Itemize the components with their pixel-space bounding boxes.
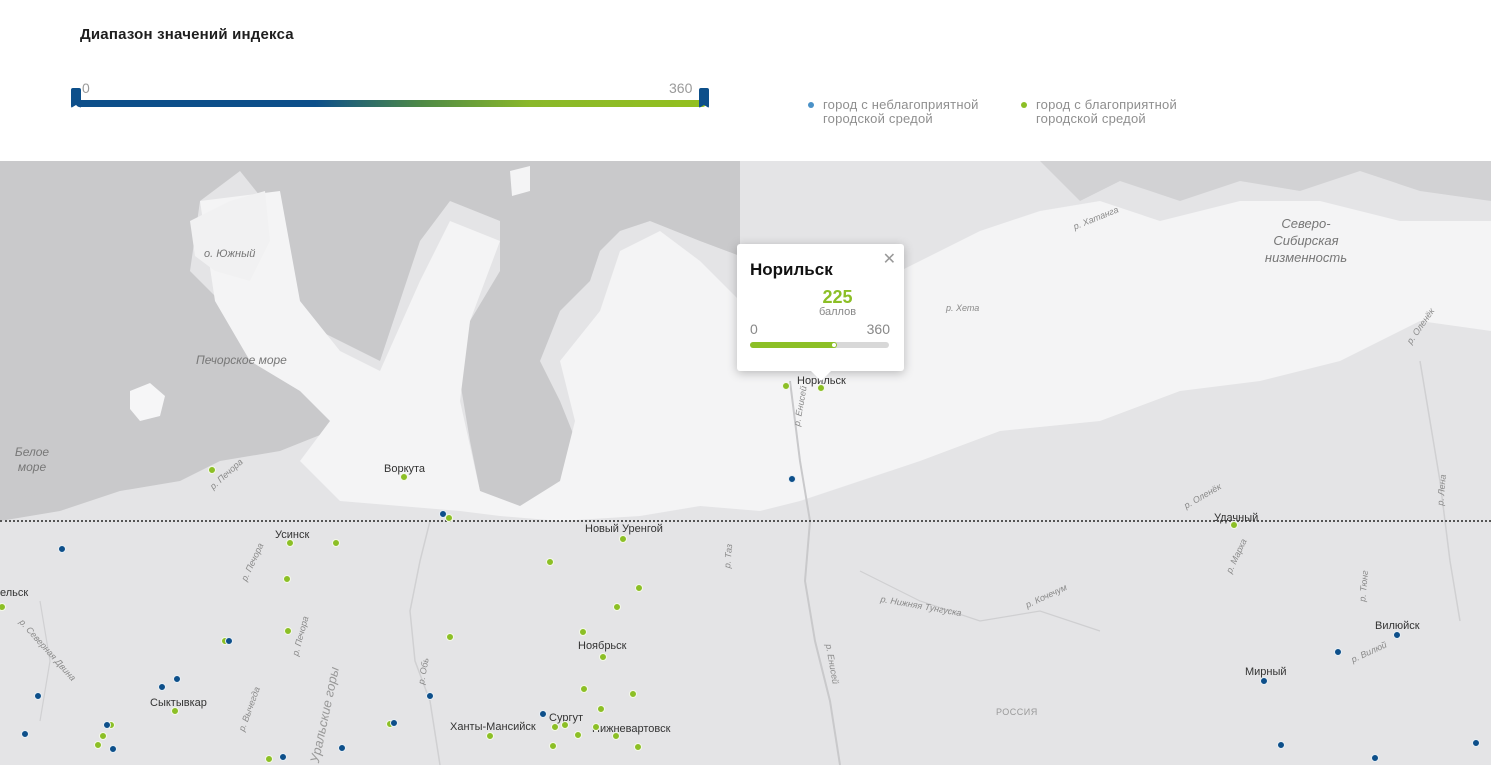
city-marker[interactable]	[561, 721, 569, 729]
river-label-1: р. Хета	[946, 303, 980, 313]
city-marker[interactable]	[158, 683, 166, 691]
sea-label-pechora: Печорское море	[196, 353, 287, 367]
city-marker[interactable]	[613, 603, 621, 611]
city-marker[interactable]	[446, 633, 454, 641]
arctic-circle-line	[0, 520, 1491, 522]
city-marker[interactable]	[338, 744, 346, 752]
dvina-river-line	[39, 600, 51, 722]
popup-scale-max: 360	[866, 321, 890, 337]
range-min-handle[interactable]	[71, 88, 81, 108]
popup-score-fill	[750, 342, 837, 348]
legend-label-bad: город с неблагоприятной городской средой	[823, 97, 979, 126]
city-label-novy-urengoy: Новый Уренгой	[585, 523, 663, 535]
legend-item-bad: город с неблагоприятной городской средой	[808, 98, 998, 126]
legend-dot-good-icon	[1021, 102, 1027, 108]
city-marker[interactable]	[635, 584, 643, 592]
city-marker[interactable]	[580, 685, 588, 693]
city-marker-vorkuta[interactable]	[400, 473, 408, 481]
city-marker[interactable]	[1334, 648, 1342, 656]
city-marker[interactable]	[109, 745, 117, 753]
city-marker-syktyvkar[interactable]	[171, 707, 179, 715]
city-marker[interactable]	[99, 732, 107, 740]
region-label-siberian-lowland: Северо-Сибирская низменность	[1264, 216, 1348, 265]
city-marker[interactable]	[173, 675, 181, 683]
city-marker[interactable]	[390, 719, 398, 727]
city-marker[interactable]	[579, 628, 587, 636]
city-marker[interactable]	[549, 742, 557, 750]
island-belyy-shape	[510, 166, 530, 196]
city-label-khanty-mansiysk: Ханты-Мансийск	[450, 721, 536, 733]
city-marker[interactable]	[551, 723, 559, 731]
city-marker[interactable]	[612, 732, 620, 740]
city-marker[interactable]	[574, 731, 582, 739]
legend-label-good: город с благоприятной городской средой	[1036, 97, 1177, 126]
city-label-mirny: Мирный	[1245, 666, 1287, 678]
city-marker-udachny[interactable]	[1230, 521, 1238, 529]
city-marker[interactable]	[225, 637, 233, 645]
island-label-yuzhny: о. Южный	[204, 248, 256, 260]
page: Диапазон значений индекса 0 360 город с …	[0, 0, 1491, 765]
city-marker[interactable]	[208, 466, 216, 474]
legend-item-good: город с благоприятной городской средой	[1021, 98, 1211, 126]
range-min-label: 0	[82, 80, 90, 96]
city-marker[interactable]	[265, 755, 273, 763]
city-marker-vilyuysk[interactable]	[1393, 631, 1401, 639]
city-marker[interactable]	[788, 475, 796, 483]
city-marker-mirny[interactable]	[1260, 677, 1268, 685]
city-marker-nizhnevartovsk[interactable]	[592, 723, 600, 731]
laptev-sea-shape	[1040, 161, 1491, 201]
popup-score-knob	[832, 343, 836, 347]
popup-scale-min: 0	[750, 321, 758, 337]
city-marker-novy-urengoy[interactable]	[619, 535, 627, 543]
city-label-kotlas: ельск	[0, 587, 29, 599]
ob-river-line	[409, 520, 441, 765]
river-label-6: р. Таз	[722, 543, 735, 569]
city-marker[interactable]	[284, 627, 292, 635]
legend-dot-bad-icon	[808, 102, 814, 108]
popup-score-unit: баллов	[818, 306, 857, 318]
city-marker-usinsk[interactable]	[286, 539, 294, 547]
range-title: Диапазон значений индекса	[80, 26, 294, 43]
city-marker[interactable]	[283, 575, 291, 583]
city-marker[interactable]	[21, 730, 29, 738]
city-label-syktyvkar: Сыктывкар	[150, 697, 207, 709]
range-max-label: 360	[669, 80, 693, 96]
city-marker-surgut[interactable]	[539, 710, 547, 718]
city-marker[interactable]	[279, 753, 287, 761]
popup-score-value: 225	[822, 287, 853, 307]
range-slider-track[interactable]	[76, 100, 706, 107]
city-marker[interactable]	[103, 721, 111, 729]
city-marker-khanty-mansiysk[interactable]	[486, 732, 494, 740]
city-marker[interactable]	[782, 382, 790, 390]
range-max-handle[interactable]	[699, 88, 709, 108]
city-marker[interactable]	[1472, 739, 1480, 747]
city-marker[interactable]	[94, 741, 102, 749]
city-marker-norilsk[interactable]	[817, 384, 825, 392]
city-marker[interactable]	[634, 743, 642, 751]
city-marker[interactable]	[1371, 754, 1379, 762]
city-marker[interactable]	[426, 692, 434, 700]
city-label-noyabrsk: Ноябрьск	[578, 640, 627, 652]
popup-score-bar	[750, 342, 889, 348]
city-marker-noyabrsk[interactable]	[599, 653, 607, 661]
city-popup: Норильск ✕ 225 баллов 0 360	[737, 244, 904, 381]
city-marker[interactable]	[332, 539, 340, 547]
city-marker[interactable]	[58, 545, 66, 553]
popup-city-name: Норильск	[750, 260, 833, 279]
city-marker[interactable]	[34, 692, 42, 700]
close-icon[interactable]: ✕	[883, 249, 896, 269]
city-marker[interactable]	[445, 514, 453, 522]
sea-label-white: Белое море	[14, 445, 50, 474]
city-marker[interactable]	[597, 705, 605, 713]
filter-panel: Диапазон значений индекса 0 360 город с …	[0, 0, 1491, 161]
city-label-nizhnevartovsk: Нижневартовск	[592, 723, 671, 735]
country-label-russia: РОССИЯ	[996, 707, 1038, 717]
city-marker[interactable]	[546, 558, 554, 566]
city-marker[interactable]	[1277, 741, 1285, 749]
city-marker[interactable]	[629, 690, 637, 698]
